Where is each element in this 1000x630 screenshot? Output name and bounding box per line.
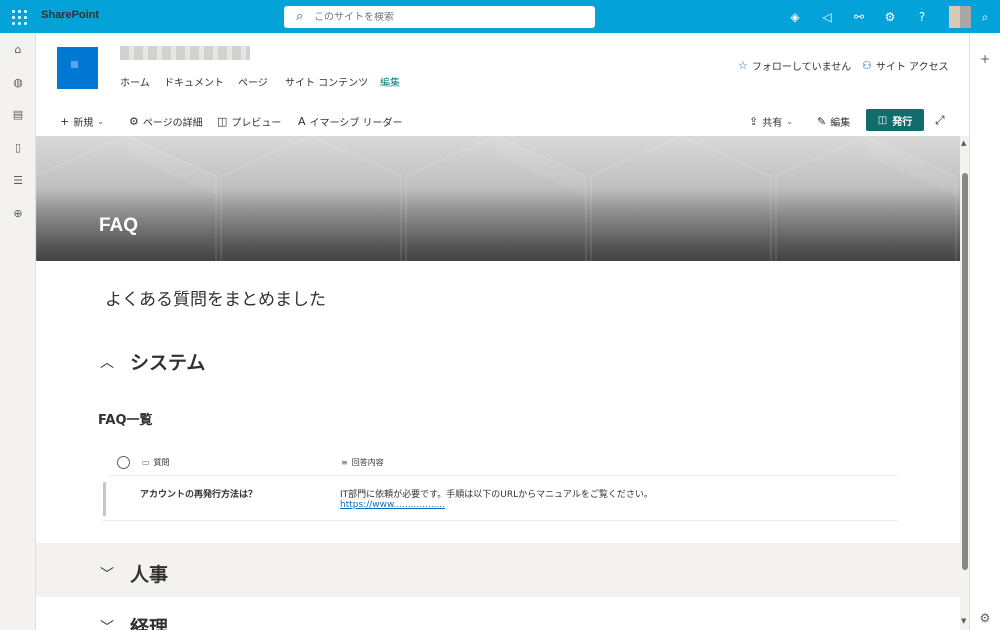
site-logo[interactable]	[57, 47, 98, 89]
manual-link[interactable]: https://www..................	[340, 500, 445, 510]
nav-site-contents[interactable]: サイト コンテンツ	[285, 74, 368, 89]
section-system-header[interactable]: ︿ システム	[100, 348, 205, 375]
immersive-reader-label: イマーシブ リーダー	[309, 118, 403, 129]
preview-label: プレビュー	[231, 118, 282, 129]
globe-icon[interactable]: ◍	[11, 76, 25, 90]
list-title[interactable]: FAQ一覧	[98, 409, 153, 428]
nav-edit[interactable]: 編集	[380, 74, 400, 89]
banner-hex-pattern	[36, 136, 957, 261]
share-network-icon[interactable]: ⚯	[850, 8, 868, 26]
help-icon[interactable]: ?	[913, 8, 931, 26]
page-title[interactable]: FAQ	[99, 215, 138, 237]
gear-icon: ⚙	[129, 115, 139, 128]
preview-icon: ◫	[217, 115, 228, 128]
section-hr-header[interactable]: ﹀ 人事	[100, 560, 168, 587]
nav-documents[interactable]: ドキュメント	[164, 74, 224, 89]
answer-cell: IT部門に依頼が必要です。手順は以下のURLからマニュアルをご覧ください。	[340, 490, 653, 500]
expand-icon[interactable]: ⤢	[935, 113, 945, 128]
scroll-down-icon[interactable]: ▼	[961, 617, 966, 625]
pencil-icon: ✎	[817, 115, 827, 128]
megaphone-icon[interactable]: ◁	[818, 8, 836, 26]
site-title-redacted	[120, 46, 250, 60]
scroll-up-icon[interactable]: ▲	[961, 139, 966, 147]
column-label: 質問	[153, 458, 170, 467]
section-title: 経理	[130, 617, 169, 630]
search-icon: ⌕	[296, 9, 304, 24]
list-header	[108, 452, 898, 476]
multiline-text-icon: ≡	[341, 458, 348, 467]
publish-button[interactable]: ◫ 発行	[866, 109, 924, 131]
follow-label: フォローしていません	[751, 62, 852, 73]
add-circle-icon[interactable]: ⊕	[11, 207, 25, 221]
news-icon[interactable]: ▤	[11, 108, 25, 122]
search-input[interactable]	[314, 11, 574, 23]
chevron-down-icon: ⌄	[786, 117, 793, 126]
search-box[interactable]: ⌕	[284, 6, 595, 28]
section-accounting-header[interactable]: ﹀ 経理	[100, 613, 168, 630]
column-header-answer[interactable]: ≡ 回答内容	[341, 457, 384, 468]
site-access-label: サイト アクセス	[875, 62, 949, 73]
text-field-icon: ▭	[142, 458, 150, 467]
section-hr-band	[36, 543, 960, 597]
follow-button[interactable]: ☆ フォローしていません	[738, 58, 851, 73]
search-pane-icon[interactable]: ⌕	[978, 10, 992, 24]
app-brand[interactable]: SharePoint	[41, 9, 99, 21]
share-icon: ⇪	[749, 115, 759, 128]
new-button[interactable]: + 新規 ⌄	[60, 114, 104, 129]
chevron-down-icon: ﹀	[100, 619, 114, 630]
column-label: 回答内容	[351, 458, 384, 467]
preview-button[interactable]: ◫ プレビュー	[217, 114, 281, 129]
edit-button[interactable]: ✎ 編集	[817, 114, 850, 129]
right-pane	[969, 33, 1000, 630]
immersive-reader-icon: A	[298, 115, 306, 128]
left-app-bar	[0, 33, 36, 630]
settings-icon[interactable]: ⚙	[978, 611, 992, 625]
home-icon[interactable]: ⌂	[11, 43, 25, 57]
document-icon[interactable]: ▯	[11, 141, 25, 155]
chevron-down-icon: ﹀	[100, 566, 114, 583]
gear-icon[interactable]: ⚙	[881, 8, 899, 26]
site-access-button[interactable]: ⚇ サイト アクセス	[862, 58, 949, 73]
share-label: 共有	[762, 118, 783, 129]
star-icon: ☆	[738, 59, 748, 72]
chevron-down-icon: ⌄	[97, 117, 104, 126]
share-button[interactable]: ⇪ 共有 ⌄	[749, 114, 793, 129]
question-cell[interactable]: アカウントの再発行方法は？	[140, 487, 257, 500]
plus-icon: +	[60, 115, 70, 128]
new-label: 新規	[73, 118, 94, 129]
page-details-button[interactable]: ⚙ ページの詳細	[129, 114, 203, 129]
column-header-question[interactable]: ▭ 質問	[142, 457, 170, 468]
row-selection-bar	[103, 482, 106, 516]
title-banner	[36, 136, 960, 261]
section-title: システム	[130, 352, 206, 374]
nav-pages[interactable]: ページ	[238, 74, 268, 89]
copilot-icon[interactable]: ◈	[786, 8, 804, 26]
publish-label: 発行	[892, 116, 913, 128]
page-details-label: ページの詳細	[142, 118, 203, 129]
app-launcher-icon[interactable]	[10, 8, 27, 25]
avatar[interactable]	[949, 6, 971, 28]
section-title: 人事	[130, 564, 169, 586]
chevron-up-icon: ︿	[100, 354, 114, 371]
publish-icon: ◫	[877, 114, 888, 126]
scrollbar-thumb[interactable]	[962, 173, 968, 570]
list-icon[interactable]: ☰	[11, 174, 25, 188]
add-icon[interactable]: +	[978, 52, 992, 66]
page-summary[interactable]: よくある質問をまとめました	[105, 285, 326, 310]
immersive-reader-button[interactable]: A イマーシブ リーダー	[298, 114, 403, 129]
people-icon: ⚇	[862, 59, 872, 72]
select-all-radio[interactable]	[117, 456, 130, 469]
edit-label: 編集	[830, 118, 851, 129]
nav-home[interactable]: ホーム	[120, 74, 150, 89]
